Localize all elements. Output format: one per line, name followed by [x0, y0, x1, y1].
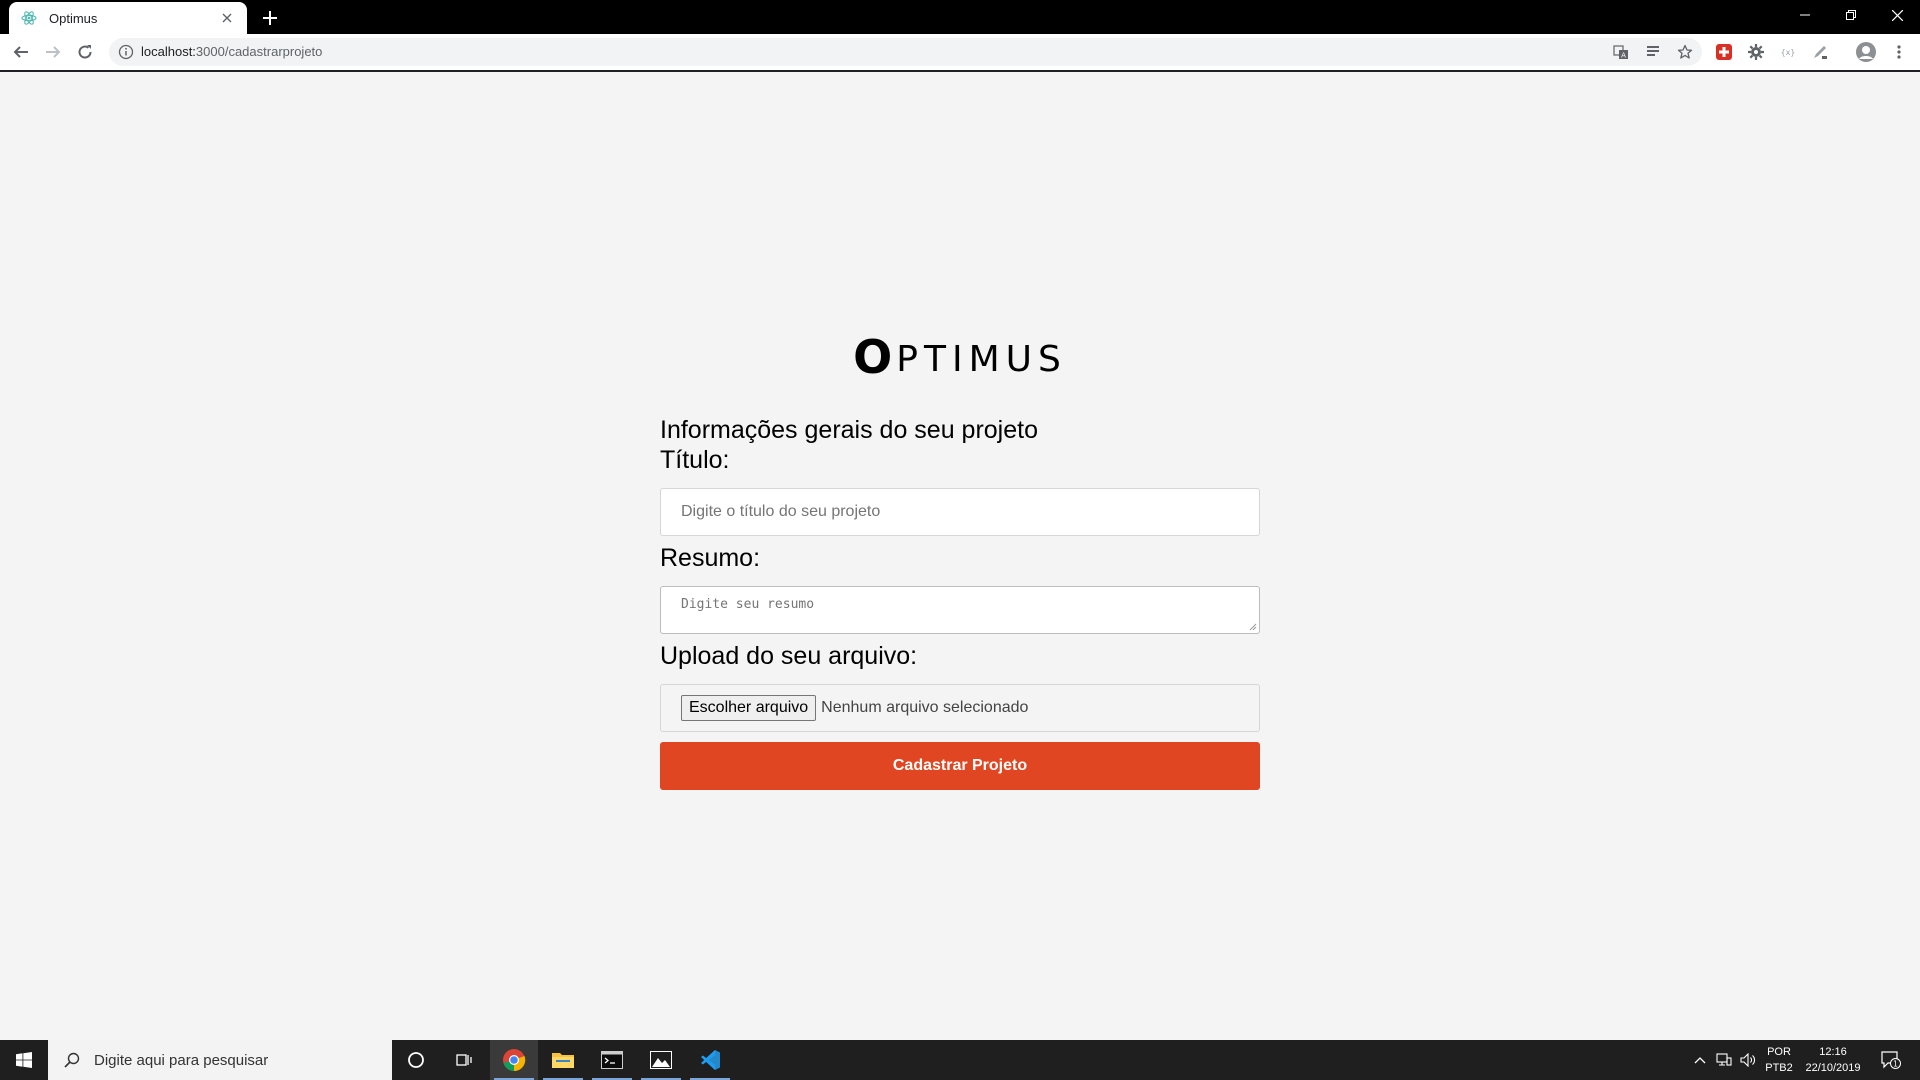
- resize-handle-icon[interactable]: [1249, 623, 1257, 631]
- react-favicon-icon: [21, 10, 37, 26]
- notification-center-icon[interactable]: 1: [1874, 1040, 1908, 1080]
- address-bar[interactable]: localhost:3000/cadastrarprojeto A: [109, 38, 1702, 66]
- keyboard-layout: PTB2: [1765, 1062, 1793, 1074]
- extension-pen-icon[interactable]: [1810, 42, 1830, 62]
- file-status-text: Nenhum arquivo selecionado: [821, 699, 1029, 716]
- logo-rest: PTIMUS: [896, 339, 1067, 380]
- taskbar-search-placeholder: Digite aqui para pesquisar: [94, 1051, 269, 1069]
- search-icon: [62, 1050, 82, 1070]
- cortana-icon[interactable]: [392, 1040, 440, 1080]
- site-info-icon[interactable]: [118, 44, 134, 60]
- reload-icon[interactable]: [73, 40, 97, 64]
- summary-textarea[interactable]: Digite seu resumo: [660, 586, 1260, 634]
- file-upload-field: Escolher arquivo Nenhum arquivo selecion…: [660, 684, 1260, 732]
- title-label: Título:: [660, 446, 730, 474]
- taskbar-vscode-icon[interactable]: [686, 1040, 734, 1080]
- network-icon[interactable]: [1712, 1040, 1736, 1080]
- taskbar-chrome-icon[interactable]: [490, 1040, 538, 1080]
- close-window-icon[interactable]: [1874, 0, 1920, 30]
- taskbar-terminal-icon[interactable]: [588, 1040, 636, 1080]
- reader-mode-icon[interactable]: [1644, 43, 1662, 61]
- tab-title: Optimus: [49, 10, 98, 26]
- bookmark-star-icon[interactable]: [1676, 43, 1694, 61]
- summary-label: Resumo:: [660, 544, 761, 572]
- title-placeholder: Digite o título do seu projeto: [681, 503, 881, 520]
- volume-icon[interactable]: [1736, 1040, 1760, 1080]
- url-host: localhost:: [141, 44, 196, 59]
- taskbar-photos-icon[interactable]: [637, 1040, 685, 1080]
- choose-file-button[interactable]: Escolher arquivo: [681, 695, 817, 721]
- clock-date: 22/10/2019: [1805, 1062, 1861, 1074]
- taskbar-file-explorer-icon[interactable]: [539, 1040, 587, 1080]
- toolbar-divider: [0, 70, 1920, 72]
- restore-icon[interactable]: [1828, 0, 1874, 30]
- submit-project-button[interactable]: Cadastrar Projeto: [660, 742, 1260, 790]
- title-input[interactable]: Digite o título do seu projeto: [660, 488, 1260, 536]
- task-view-icon[interactable]: [440, 1040, 488, 1080]
- translate-icon[interactable]: A: [1612, 43, 1630, 61]
- forward-icon[interactable]: [41, 40, 65, 64]
- language-indicator[interactable]: POR PTB2: [1762, 1040, 1796, 1080]
- svg-text:{x}: {x}: [1781, 48, 1795, 57]
- extension-brackets-icon[interactable]: {x}: [1778, 42, 1798, 62]
- clock-time: 12:16: [1819, 1046, 1847, 1058]
- logo-initial: O: [853, 330, 897, 384]
- notification-count: 1: [1893, 1059, 1898, 1068]
- new-tab-icon[interactable]: [258, 6, 282, 30]
- project-form: Informações gerais do seu projeto Título…: [660, 415, 1260, 790]
- browser-menu-icon[interactable]: [1889, 42, 1909, 62]
- svg-text:A: A: [1621, 52, 1626, 60]
- minimize-icon[interactable]: [1782, 0, 1828, 30]
- taskbar-search-box[interactable]: Digite aqui para pesquisar: [48, 1040, 392, 1080]
- url-path: 3000/cadastrarprojeto: [195, 44, 323, 59]
- extension-gear-icon[interactable]: [1746, 42, 1766, 62]
- windows-start-icon[interactable]: [0, 1040, 48, 1080]
- language-code: POR: [1767, 1046, 1791, 1058]
- form-heading: Informações gerais do seu projeto: [660, 416, 1038, 444]
- browser-tab[interactable]: Optimus: [9, 2, 247, 34]
- summary-placeholder: Digite seu resumo: [681, 597, 815, 612]
- clock[interactable]: 12:16 22/10/2019: [1798, 1040, 1868, 1080]
- extension-red-cross-icon[interactable]: [1714, 42, 1734, 62]
- windows-taskbar: Digite aqui para pesquisar POR PTB2 12:1…: [0, 1040, 1920, 1080]
- tab-close-icon[interactable]: [219, 10, 235, 26]
- profile-avatar-icon[interactable]: [1856, 42, 1876, 62]
- url-text: localhost:3000/cadastrarprojeto: [141, 44, 322, 59]
- tab-strip: Optimus: [0, 0, 1920, 34]
- show-hidden-icons-chevron-icon[interactable]: [1688, 1040, 1712, 1080]
- optimus-logo: O PTIMUS: [830, 330, 1090, 384]
- upload-label: Upload do seu arquivo:: [660, 642, 918, 670]
- back-icon[interactable]: [9, 40, 33, 64]
